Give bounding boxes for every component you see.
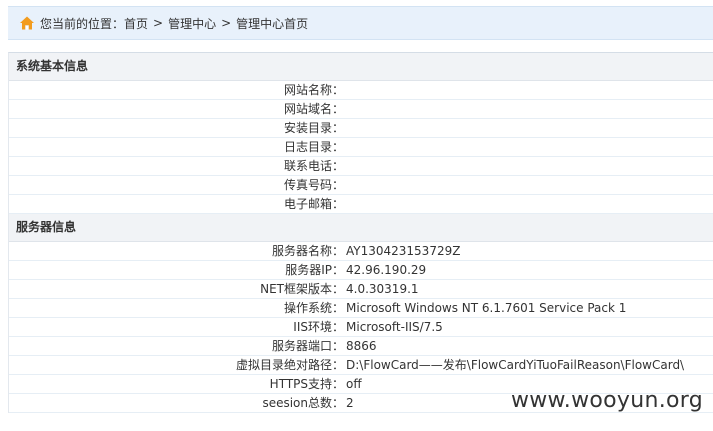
row-label: NET框架版本： bbox=[260, 282, 344, 296]
watermark: www.wooyun.org bbox=[510, 388, 703, 413]
row-value bbox=[344, 138, 346, 156]
section-title-system-info: 系统基本信息 bbox=[9, 53, 713, 81]
row-label: seesion总数： bbox=[262, 396, 344, 410]
row-label: 安装目录： bbox=[283, 121, 344, 135]
row-value: D:\FlowCard——发布\FlowCardYiTuoFailReason\… bbox=[346, 358, 685, 372]
row-value bbox=[344, 81, 346, 99]
row-label: 传真号码： bbox=[283, 178, 344, 192]
breadcrumb: 您当前的位置： 首页 > 管理中心 > 管理中心首页 bbox=[8, 6, 713, 40]
table-row: IIS环境： Microsoft-IIS/7.5 bbox=[9, 318, 713, 337]
row-value bbox=[344, 176, 346, 194]
home-icon bbox=[19, 15, 35, 31]
row-value: AY130423153729Z bbox=[346, 244, 461, 258]
row-label: 网站名称： bbox=[283, 83, 344, 97]
row-label: HTTPS支持： bbox=[269, 377, 344, 391]
table-row: 联系电话： bbox=[9, 157, 713, 176]
row-label: 电子邮箱： bbox=[283, 197, 344, 211]
table-row: 网站域名： bbox=[9, 100, 713, 119]
row-label: 网站域名： bbox=[283, 102, 344, 116]
table-row: 网站名称： bbox=[9, 81, 713, 100]
breadcrumb-item-home[interactable]: 首页 bbox=[124, 15, 148, 32]
row-value bbox=[344, 195, 346, 213]
breadcrumb-item-admin-center[interactable]: 管理中心 bbox=[168, 15, 216, 32]
table-row: NET框架版本： 4.0.30319.1 bbox=[9, 280, 713, 299]
row-label: 操作系统： bbox=[283, 301, 344, 315]
row-label: 服务器IP： bbox=[285, 263, 344, 277]
table-row: 服务器IP： 42.96.190.29 bbox=[9, 261, 713, 280]
table-row: 服务器端口： 8866 bbox=[9, 337, 713, 356]
row-value bbox=[344, 157, 346, 175]
table-row: 传真号码： bbox=[9, 176, 713, 195]
table-row: 服务器名称： AY130423153729Z bbox=[9, 242, 713, 261]
row-value: Microsoft-IIS/7.5 bbox=[346, 320, 443, 334]
row-value: 8866 bbox=[346, 339, 377, 353]
row-label: 日志目录： bbox=[283, 140, 344, 154]
breadcrumb-item-admin-home[interactable]: 管理中心首页 bbox=[236, 15, 308, 32]
info-panel: 系统基本信息 网站名称： 网站域名： 安装目录： 日志目录： 联系电话： 传真号码： 电子邮… bbox=[8, 52, 713, 413]
table-row: 日志目录： bbox=[9, 138, 713, 157]
row-value bbox=[344, 100, 346, 118]
row-value: 42.96.190.29 bbox=[346, 263, 427, 277]
table-row: 虚拟目录绝对路径： D:\FlowCard——发布\FlowCardYiTuoFa… bbox=[9, 356, 713, 375]
row-value bbox=[344, 119, 346, 137]
row-label: 联系电话： bbox=[283, 159, 344, 173]
row-label: 虚拟目录绝对路径： bbox=[235, 358, 344, 372]
breadcrumb-separator: > bbox=[153, 16, 164, 30]
table-row: 电子邮箱： bbox=[9, 195, 713, 214]
section-title-server-info: 服务器信息 bbox=[9, 214, 713, 242]
row-label: IIS环境： bbox=[293, 320, 344, 334]
row-value: 4.0.30319.1 bbox=[346, 282, 419, 296]
row-label: 服务器端口： bbox=[271, 339, 344, 353]
row-label: 服务器名称： bbox=[271, 244, 344, 258]
system-info-table: 网站名称： 网站域名： 安装目录： 日志目录： 联系电话： 传真号码： 电子邮箱： bbox=[9, 81, 713, 214]
table-row: 操作系统： Microsoft Windows NT 6.1.7601 Servi… bbox=[9, 299, 713, 318]
row-value: off bbox=[346, 377, 362, 391]
row-value: Microsoft Windows NT 6.1.7601 Service Pa… bbox=[346, 301, 627, 315]
breadcrumb-prefix: 您当前的位置： bbox=[40, 16, 125, 31]
breadcrumb-separator: > bbox=[221, 16, 232, 30]
table-row: 安装目录： bbox=[9, 119, 713, 138]
row-value: 2 bbox=[346, 396, 354, 410]
